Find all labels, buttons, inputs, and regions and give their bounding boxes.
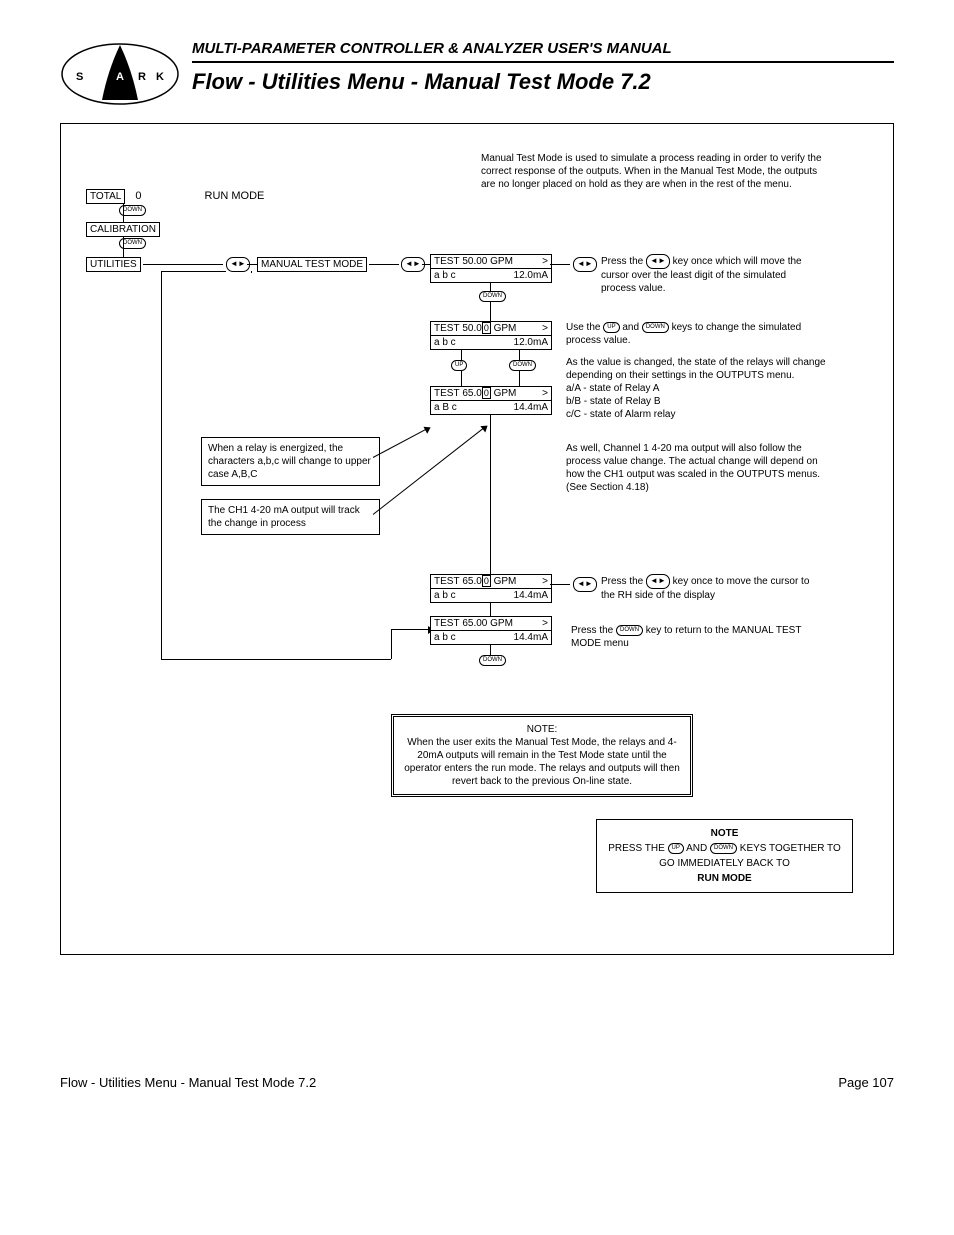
press-lr-text-1: Press the key once which will move the c…	[601, 254, 811, 295]
page-header: S H A R K MULTI-PARAMETER CONTROLLER & A…	[60, 40, 894, 105]
ch1-follow-text: As well, Channel 1 4-20 ma output will a…	[566, 442, 831, 494]
utilities-label: UTILITIES	[86, 257, 141, 272]
display-test-1: TEST 50.00 GPM> a b c12.0mA	[430, 254, 552, 283]
svg-text:K: K	[156, 71, 164, 83]
up-key-icon: UP	[451, 360, 467, 371]
down-key-icon: DOWN	[479, 655, 506, 666]
total-label: TOTAL	[86, 189, 125, 204]
svg-text:R: R	[138, 71, 146, 83]
down-key-icon: DOWN	[642, 322, 669, 333]
lr-key-icon	[646, 254, 670, 269]
lr-key-icon	[573, 257, 597, 272]
run-mode-label: RUN MODE	[205, 190, 265, 202]
manual-title: MULTI-PARAMETER CONTROLLER & ANALYZER US…	[192, 40, 894, 63]
down-key-icon: DOWN	[479, 291, 506, 302]
calibration-label: CALIBRATION	[86, 222, 160, 237]
up-key-icon: UP	[603, 322, 619, 333]
exit-note-box: NOTE: When the user exits the Manual Tes…	[391, 714, 693, 797]
ch1-track-box: The CH1 4-20 mA output will track the ch…	[201, 499, 380, 535]
section-title: Flow - Utilities Menu - Manual Test Mode…	[192, 69, 894, 95]
svg-text:H: H	[94, 71, 102, 83]
shark-logo: S H A R K	[60, 40, 180, 105]
display-test-4: TEST 65.00 GPM> a b c14.4mA	[430, 574, 552, 603]
display-test-2: TEST 50.00 GPM> a b c12.0mA	[430, 321, 552, 350]
display-test-5: TEST 65.00 GPM> a b c14.4mA	[430, 616, 552, 645]
display-test-3: TEST 65.00 GPM> a B c14.4mA	[430, 386, 552, 415]
press-down-text: Press the DOWN key to return to the MANU…	[571, 624, 811, 650]
svg-text:S: S	[76, 71, 83, 83]
total-value: 0	[128, 190, 148, 202]
svg-text:A: A	[116, 71, 124, 83]
lr-key-icon	[646, 574, 670, 589]
footer-left: Flow - Utilities Menu - Manual Test Mode…	[60, 1075, 316, 1090]
relay-energized-box: When a relay is energized, the character…	[201, 437, 380, 486]
page-footer: Flow - Utilities Menu - Manual Test Mode…	[60, 1075, 894, 1090]
diagram-frame: Manual Test Mode is used to simulate a p…	[60, 123, 894, 955]
press-lr-text-2: Press the key once to move the cursor to…	[601, 574, 811, 602]
relay-state-text: As the value is changed, the state of th…	[566, 356, 831, 421]
down-key-icon: DOWN	[616, 625, 643, 636]
manual-test-mode-label: MANUAL TEST MODE	[257, 257, 367, 272]
lr-key-icon	[573, 577, 597, 592]
run-mode-note-box: NOTE PRESS THE UP AND DOWN KEYS TOGETHER…	[596, 819, 853, 893]
down-key-icon: DOWN	[509, 360, 536, 371]
use-keys-text: Use the UP and DOWN keys to change the s…	[566, 321, 831, 347]
up-key-icon: UP	[668, 843, 684, 854]
down-key-icon: DOWN	[710, 843, 737, 854]
footer-right: Page 107	[838, 1075, 894, 1090]
intro-text: Manual Test Mode is used to simulate a p…	[481, 152, 831, 191]
